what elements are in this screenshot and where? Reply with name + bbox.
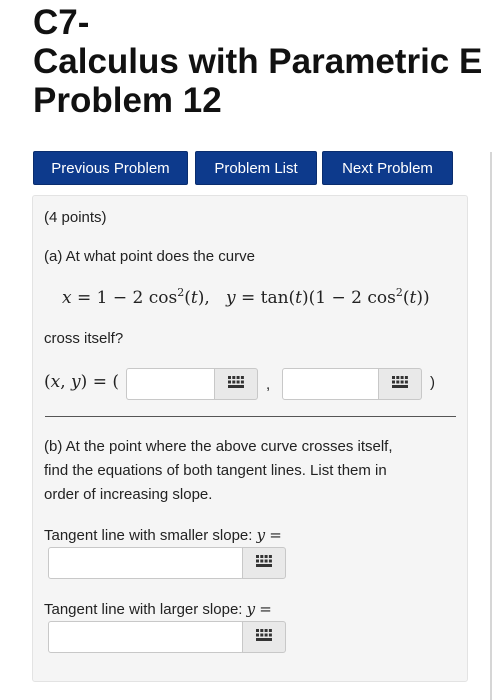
math-keypad-icon [228, 375, 244, 393]
point-label: (x, y) = ( [44, 372, 119, 392]
title-line-1: C7- [33, 4, 90, 42]
part-b-line-1: (b) At the point where the above curve c… [44, 438, 393, 455]
part-a-intro: (a) At what point does the curve [44, 248, 255, 265]
math-keypad-icon [256, 554, 272, 572]
math-keypad-icon [256, 628, 272, 646]
page-title: C7- Calculus with Parametric E Problem 1… [33, 4, 500, 121]
y-keypad-button[interactable] [378, 368, 422, 400]
section-divider [45, 416, 456, 417]
next-problem-button[interactable]: Next Problem [322, 151, 453, 185]
x-keypad-button[interactable] [214, 368, 258, 400]
problem-list-button[interactable]: Problem List [195, 151, 317, 185]
problem-panel: (4 points) (a) At what point does the cu… [32, 195, 468, 682]
tangent-small-keypad-button[interactable] [242, 547, 286, 579]
part-a-end: cross itself? [44, 330, 124, 347]
page-divider [490, 152, 492, 700]
points-label: (4 points) [44, 209, 107, 226]
title-line-3: Problem 12 [33, 81, 222, 120]
tangent-small-label: Tangent line with smaller slope: y = [44, 526, 282, 544]
previous-problem-button[interactable]: Previous Problem [33, 151, 188, 185]
title-line-2: Calculus with Parametric E [33, 42, 483, 81]
tangent-large-keypad-button[interactable] [242, 621, 286, 653]
tangent-smaller-slope-input[interactable] [48, 547, 244, 579]
y-coordinate-input[interactable] [282, 368, 382, 400]
x-coordinate-input[interactable] [126, 368, 218, 400]
part-b-line-3: order of increasing slope. [44, 486, 213, 503]
point-separator: , [266, 376, 271, 393]
tangent-larger-slope-input[interactable] [48, 621, 244, 653]
part-b-line-2: find the equations of both tangent lines… [44, 462, 387, 479]
curve-equation: x = 1 − 2 cos2(t), y = tan(t)(1 − 2 cos2… [62, 286, 430, 308]
tangent-large-label: Tangent line with larger slope: y = [44, 600, 272, 618]
math-keypad-icon [392, 375, 408, 393]
point-close-paren: ) [430, 374, 435, 391]
